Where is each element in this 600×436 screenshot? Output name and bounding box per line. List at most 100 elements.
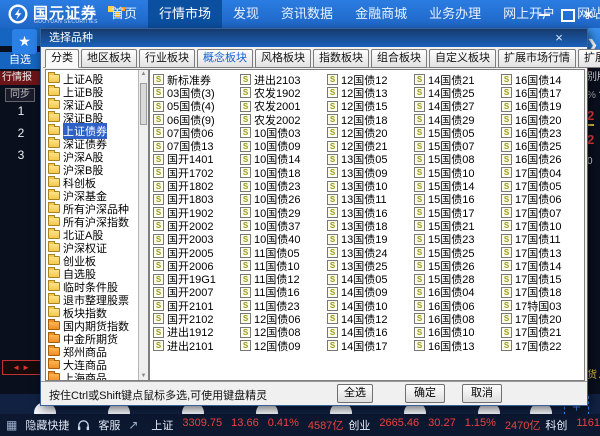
bond-icon: S <box>240 100 251 112</box>
bond-label: 12国债09 <box>254 340 301 353</box>
bond-icon: S <box>501 220 512 232</box>
tree-scrollbar[interactable]: ▲ ▼ <box>138 70 148 380</box>
bond-icon: S <box>414 114 425 126</box>
folder-icon <box>48 176 60 187</box>
folder-icon <box>48 280 60 291</box>
bond-icon: S <box>414 74 425 86</box>
bond-icon: S <box>240 300 251 312</box>
bond-icon: S <box>327 127 338 139</box>
bond-icon: S <box>240 326 251 338</box>
bond-label: 16国债13 <box>428 340 475 353</box>
dialog-titlebar[interactable]: 选择品种 × <box>41 29 587 47</box>
hide-shortcut-grid-icon[interactable]: ▦ <box>6 418 17 432</box>
bond-icon: S <box>501 313 512 325</box>
folder-icon <box>48 319 60 330</box>
index-name: 科创 <box>545 420 568 432</box>
index-value: 13.66 <box>231 417 259 429</box>
tree-item-沪深权证[interactable]: 沪深权证 <box>46 241 148 255</box>
menu-item-金融商城[interactable]: 金融商城 <box>344 0 418 28</box>
tab-自定义板块[interactable]: 自定义板块 <box>429 49 496 68</box>
tab-地区板块[interactable]: 地区板块 <box>81 49 137 68</box>
bond-icon: S <box>414 140 425 152</box>
tab-行业板块[interactable]: 行业板块 <box>139 49 195 68</box>
bond-icon: S <box>327 114 338 126</box>
index-quote: 上证 3309.75 13.66 0.41% 4587亿 <box>151 417 343 433</box>
index-value: 0.41% <box>267 417 299 429</box>
page-number-1[interactable]: 1 <box>13 104 29 118</box>
tab-概念板块[interactable]: 概念板块 <box>197 49 253 68</box>
scroll-up-icon[interactable]: ▲ <box>139 71 148 77</box>
tab-风格板块[interactable]: 风格板块 <box>255 49 311 68</box>
bond-icon: S <box>327 167 338 179</box>
dialog-title: 选择品种 <box>49 32 93 44</box>
bond-item-14国债17[interactable]: S 14国债17 <box>327 339 414 353</box>
jump-arrow-icon[interactable]: ↗ <box>128 418 138 432</box>
tree-item-沪深B股[interactable]: 沪深B股 <box>46 163 148 177</box>
bond-item-16国债13[interactable]: S 16国债13 <box>414 339 501 353</box>
tree-scrollbar-thumb[interactable] <box>140 83 147 125</box>
folder-icon <box>48 124 60 135</box>
category-tree: 上证A股 上证B股 深证A股 深证B股 上证债券 深证债券 沪深A股 沪深B股 科创板 沪深基金所… <box>45 69 149 381</box>
bond-icon: S <box>153 220 164 232</box>
favorites-star-icon[interactable]: ★ <box>12 29 37 54</box>
menu-item-发现[interactable]: 发现 <box>222 0 270 28</box>
index-value: 2470亿 <box>504 420 541 432</box>
bond-icon: S <box>327 140 338 152</box>
scroll-down-icon[interactable]: ▼ <box>139 373 148 379</box>
menu-item-行情市场[interactable]: 行情市场 <box>148 0 223 28</box>
bond-icon: S <box>240 273 251 285</box>
cancel-button[interactable]: 取消 <box>462 384 502 403</box>
tree-item-创业板[interactable]: 创业板 <box>46 254 148 268</box>
favorites-tab[interactable]: 自选 <box>0 52 40 69</box>
tab-分类[interactable]: 分类 <box>45 49 79 68</box>
folder-icon <box>48 267 60 278</box>
customer-service-label[interactable]: 客服 <box>98 417 120 433</box>
dialog-close-icon[interactable]: × <box>551 29 567 47</box>
minimize-icon[interactable] <box>538 8 551 21</box>
bond-icon: S <box>327 286 338 298</box>
bond-item-进出2101[interactable]: S 进出2101 <box>153 339 240 353</box>
bond-icon: S <box>501 167 512 179</box>
maximize-icon[interactable] <box>560 8 575 22</box>
tab-扩展行情板块[interactable]: 扩展行情板块 <box>578 49 600 68</box>
bond-icon: S <box>414 127 425 139</box>
folder-icon <box>48 98 60 109</box>
page-number-2[interactable]: 2 <box>13 126 29 140</box>
bond-icon: S <box>414 167 425 179</box>
hide-shortcut-label[interactable]: 隐藏快捷 <box>25 417 69 433</box>
quote-board-tab[interactable]: 行情报 <box>0 71 40 85</box>
bond-item-12国债09[interactable]: S 12国债09 <box>240 339 327 353</box>
bond-icon: S <box>414 286 425 298</box>
bond-icon: S <box>240 127 251 139</box>
tree-item-上海商品[interactable]: 上海商品 <box>46 371 148 380</box>
bond-icon: S <box>240 260 251 272</box>
tab-扩展市场行情[interactable]: 扩展市场行情 <box>498 49 576 68</box>
tab-组合板块[interactable]: 组合板块 <box>371 49 427 68</box>
bond-icon: S <box>501 260 512 272</box>
close-icon[interactable]: × <box>582 7 595 21</box>
bond-icon: S <box>501 87 512 99</box>
bond-icon: S <box>153 247 164 258</box>
folder-icon <box>48 215 60 226</box>
folder-icon <box>48 72 60 83</box>
bond-icon: S <box>153 100 164 112</box>
folder-icon <box>48 306 60 317</box>
index-value: 1.15% <box>464 417 496 429</box>
index-value: 4587亿 <box>307 420 344 432</box>
tab-指数板块[interactable]: 指数板块 <box>313 49 369 68</box>
bond-icon: S <box>501 74 512 86</box>
bond-item-17国债22[interactable]: S 17国债22 <box>501 339 584 353</box>
bond-icon: S <box>501 247 512 258</box>
menu-item-首页[interactable]: 首页 <box>100 0 148 28</box>
security-list: S 新标准券 S 03国债(3) S 05国债(4) S 06国债(9) S 07国债06 S 07国… <box>149 69 585 381</box>
sync-button[interactable]: 同步 <box>5 88 35 102</box>
ok-button[interactable]: 确定 <box>405 384 445 403</box>
index-name: 上证 <box>151 420 174 432</box>
menu-item-业务办理[interactable]: 业务办理 <box>418 0 492 28</box>
menu-item-资讯数据[interactable]: 资讯数据 <box>270 0 344 28</box>
pager-arrows-icon[interactable]: ◄► <box>2 360 42 375</box>
page-number-3[interactable]: 3 <box>13 148 29 162</box>
bond-icon: S <box>240 87 251 99</box>
right-rail-text: 2 <box>587 108 595 126</box>
select-all-button[interactable]: 全选 <box>337 384 373 403</box>
